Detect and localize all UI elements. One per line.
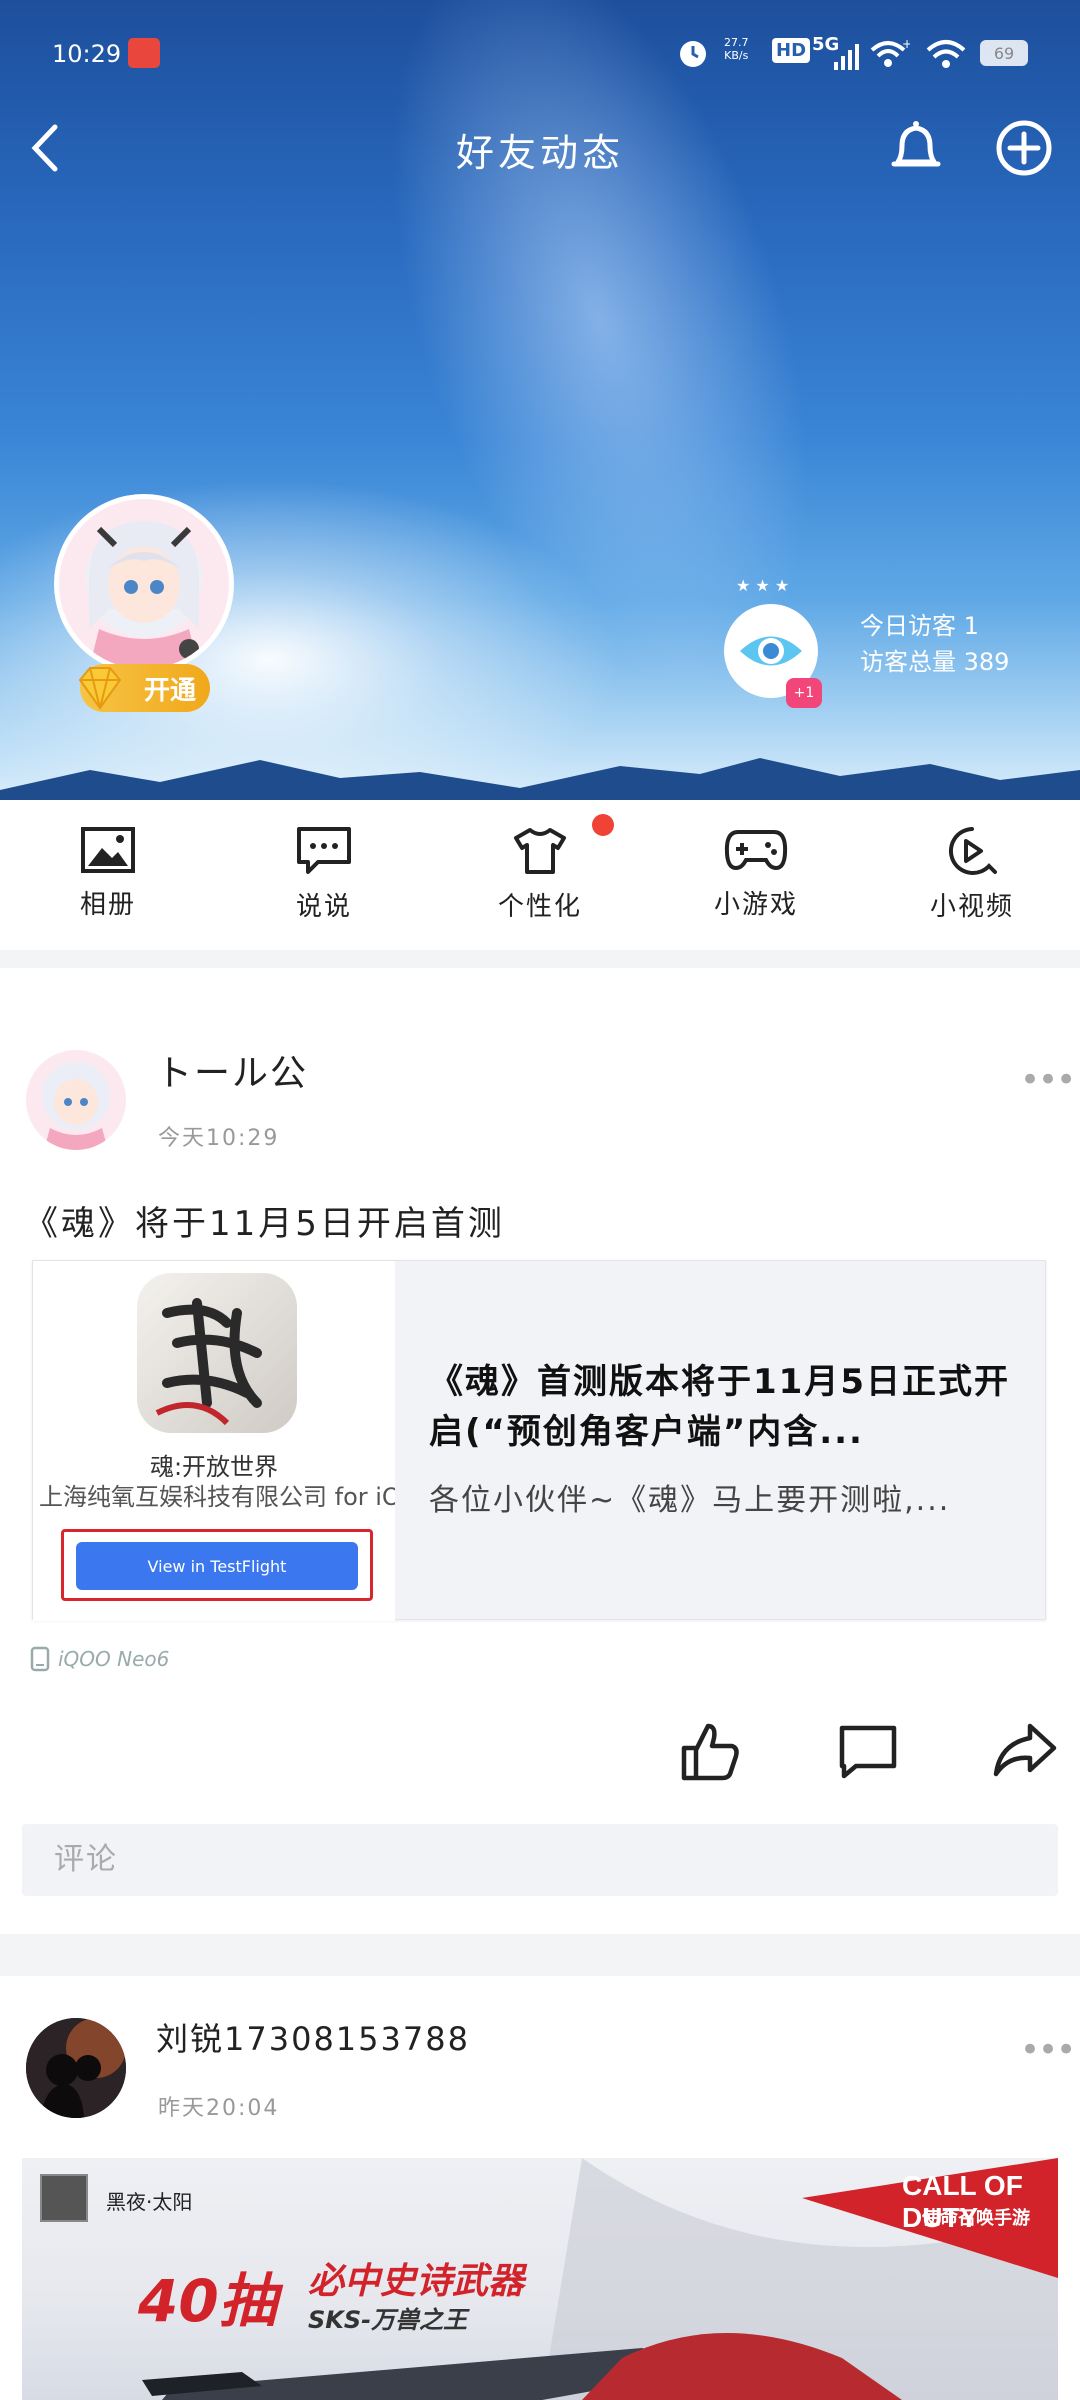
mountain-silhouette [0, 758, 1080, 800]
post-more-button[interactable]: ••• [1020, 2030, 1076, 2070]
nav-item-shortvideo[interactable]: 小视频 [864, 800, 1080, 950]
nav-label-shortvideo: 小视频 [929, 892, 1014, 922]
share-button[interactable] [992, 1720, 1058, 1780]
profile-avatar[interactable] [54, 494, 234, 674]
vip-label: 开通 [143, 675, 196, 706]
silhouette-couple-avatar-image [26, 2018, 126, 2118]
nav-label-shuoshuo: 说说 [295, 892, 352, 922]
testflight-highlight-frame: View in TestFlight [61, 1529, 373, 1601]
net-speed-unit: KB/s [724, 49, 749, 62]
app-icon [137, 1273, 297, 1433]
hd-badge: HD [772, 38, 811, 63]
visitors-total: 访客总量 389 [860, 648, 1010, 676]
nav-label-personalize: 个性化 [497, 892, 582, 922]
gamepad-icon [724, 830, 788, 871]
post-author-name[interactable]: トール公 [156, 1044, 308, 1096]
shared-link-desc: 各位小伙伴~《魂》马上要开测啦,... [429, 1483, 951, 1518]
shared-link-title: 《魂》首测版本将于11月5日正式开启(“预创角客户端”内含... [429, 1362, 1010, 1452]
video-icon [948, 827, 997, 875]
net-speed: 27.7 KB/s [724, 36, 749, 62]
status-time: 10:29 [52, 40, 122, 68]
post-author-avatar[interactable] [26, 1050, 126, 1150]
nav-label-album: 相册 [79, 890, 136, 920]
like-button[interactable] [678, 1720, 742, 1784]
post-author-name[interactable]: 刘锐17308153788 [156, 2014, 470, 2060]
post-author-avatar[interactable] [26, 2018, 126, 2118]
nav-item-album[interactable]: 相册 [0, 800, 216, 950]
diamond-icon [78, 667, 122, 710]
nav-item-shuoshuo[interactable]: 说说 [216, 800, 432, 950]
post-time: 昨天20:04 [158, 2096, 280, 2121]
channel-avatar [40, 2174, 88, 2222]
plus-circle-icon [996, 120, 1052, 176]
feature-nav: 相册 说说 个性化 小游戏 小视频 [0, 800, 1080, 950]
nav-label-minigames: 小游戏 [713, 890, 798, 920]
phone-icon [30, 1646, 50, 1672]
vip-open-button[interactable]: 开通 [78, 664, 210, 712]
bell-icon [891, 121, 941, 167]
personalize-red-dot [592, 814, 614, 836]
shared-link-thumbnail: 魂:开放世界 上海纯氧互娱科技有限公司 for iOS View in Test… [33, 1261, 395, 1621]
net-speed-value: 27.7 [724, 36, 749, 49]
anime-girl-avatar-image [59, 499, 229, 669]
post-time: 今天10:29 [158, 1126, 280, 1151]
post-image-banner[interactable]: 黑夜·太阳 40抽 必中史诗武器 SKS-万兽之王 CALL OF DUTY 使… [22, 2158, 1058, 2400]
signal-icon [834, 44, 859, 70]
comment-button[interactable] [836, 1722, 900, 1782]
channel-name: 黑夜·太阳 [106, 2190, 193, 2214]
notifications-button[interactable] [884, 116, 948, 180]
chat-icon [297, 827, 351, 874]
anime-girl-avatar-image [26, 1050, 126, 1150]
battery-icon: 69 [980, 40, 1028, 66]
app-company: 上海纯氧互娱科技有限公司 for iOS [39, 1483, 395, 1511]
alarm-icon [680, 41, 706, 67]
ad-headline: 40抽 [138, 2267, 277, 2335]
battery-level: 69 [993, 43, 1015, 63]
post-text: 《魂》将于11月5日开启首测 [24, 1204, 505, 1244]
add-post-button[interactable] [992, 116, 1056, 180]
cover-header: 10:29 27.7 KB/s HD 5G + 69 好友动态 开通 ★ ★ ★… [0, 0, 1080, 800]
nav-item-personalize[interactable]: 个性化 [432, 800, 648, 950]
tshirt-icon [514, 828, 566, 874]
status-bar: 10:29 27.7 KB/s HD 5G + 69 [0, 0, 1080, 110]
post-device: iQOO Neo6 [30, 1646, 169, 1672]
brand-subtitle: 使命召唤手游 [922, 2208, 1030, 2229]
album-icon [81, 827, 135, 873]
shared-link-card[interactable]: 魂:开放世界 上海纯氧互娱科技有限公司 for iOS View in Test… [32, 1260, 1046, 1621]
eye-icon [740, 636, 802, 666]
visitor-badge: +1 [786, 678, 822, 708]
visitor-stats[interactable]: 今日访客 1 访客总量 389 [860, 608, 1009, 680]
ad-headline2: 必中史诗武器 [308, 2261, 525, 2302]
wifi-plus-icon: + [870, 38, 910, 67]
nav-item-minigames[interactable]: 小游戏 [648, 800, 864, 950]
ad-subtitle: SKS-万兽之王 [308, 2306, 468, 2334]
post-device-name: iQOO Neo6 [58, 1647, 170, 1671]
post-more-button[interactable]: ••• [1020, 1060, 1076, 1100]
view-in-testflight-button: View in TestFlight [76, 1542, 358, 1590]
comment-input[interactable]: 评论 [22, 1824, 1058, 1896]
calligraphy-app-logo [155, 1298, 262, 1426]
visitors-today: 今日访客 1 [860, 612, 979, 640]
svg-text:+: + [902, 38, 910, 51]
visitor-eye-button[interactable]: +1 [724, 604, 822, 708]
stars-decoration: ★ ★ ★ [736, 576, 790, 595]
app-notification-icon [128, 38, 160, 68]
wifi-icon [926, 40, 966, 68]
